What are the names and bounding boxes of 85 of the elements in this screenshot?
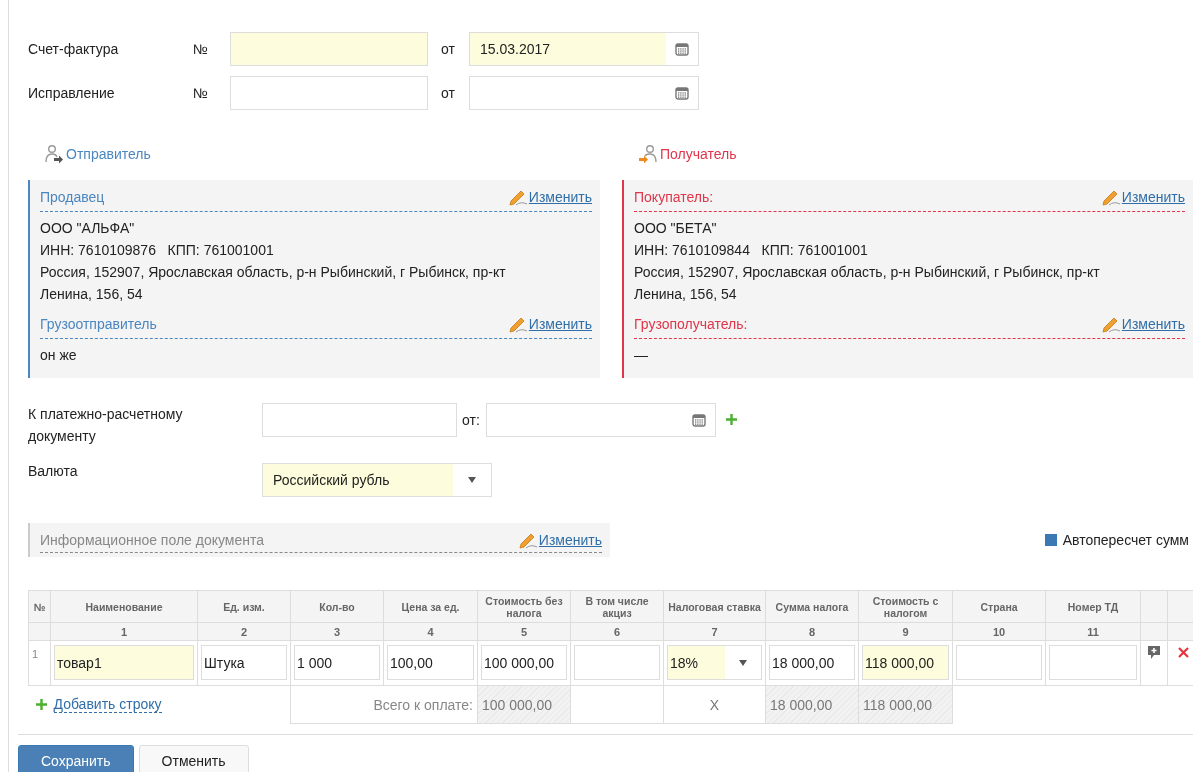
block-title: Грузоотправитель [40, 316, 157, 332]
checkbox-label: Автопересчет сумм [1062, 532, 1189, 548]
field-label: Счет-фактура [28, 41, 120, 57]
currency-select[interactable]: Российский рубль [262, 463, 492, 497]
date-label: от [441, 41, 456, 57]
number-field[interactable] [230, 32, 428, 66]
pencil-icon [1099, 315, 1122, 333]
party-detail: Россия, 152907, Ярославская область, р-н Рыбинский, г Рыбинск, пр-кт Ленина, 156, 54 [40, 263, 507, 304]
column-header: Налоговая ставка [663, 590, 766, 623]
edit-link[interactable]: Изменить [1099, 188, 1185, 206]
party-detail: ООО "АЛЬФА" [40, 219, 136, 238]
cell-input[interactable] [956, 645, 1042, 680]
column-header: Кол-во [290, 590, 384, 623]
calendar-icon[interactable] [675, 42, 689, 56]
block-title: Покупатель: [634, 189, 714, 205]
column-header: Стоимость с налогом [858, 590, 953, 623]
field-label: Валюта [28, 463, 79, 479]
form-button[interactable]: Отменить [138, 745, 249, 772]
column-header: Страна [952, 590, 1046, 623]
column-header: Ед. изм. [197, 590, 291, 623]
total-value: 118 000,00 [859, 686, 952, 723]
plus-icon[interactable] [34, 697, 48, 711]
column-header: Номер ТД [1045, 590, 1141, 623]
checkbox[interactable] [1044, 534, 1057, 546]
date-field[interactable] [486, 403, 716, 437]
pencil-icon [506, 315, 529, 333]
date-label: от: [461, 411, 481, 430]
party-heading: Получатель [638, 144, 737, 164]
person-arrow-icon [44, 144, 64, 164]
edit-link[interactable]: Изменить [516, 530, 602, 549]
calendar-icon[interactable] [675, 86, 689, 100]
number-sign: № [193, 41, 210, 57]
column-header: В том числе акциз [570, 590, 664, 623]
cell-input[interactable] [1049, 645, 1137, 680]
number-field[interactable] [230, 76, 428, 110]
total-mark: X [708, 696, 721, 713]
cell-input[interactable] [574, 645, 660, 680]
comment-icon[interactable] [1147, 645, 1161, 661]
column-header: Цена за ед. [383, 590, 478, 623]
column-header: Стоимость без налога [477, 590, 571, 623]
party-detail: ИНН: 7610109844 КПП: 761001001 [634, 241, 869, 260]
column-header: Сумма налога [765, 590, 859, 623]
info-title: Информационное поле документа [40, 531, 264, 548]
block-title: Грузополучатель: [634, 316, 748, 332]
field-label: Исправление [28, 85, 116, 101]
party-detail: он же [40, 346, 78, 365]
add-row-link[interactable]: Добавить строку [34, 695, 162, 713]
pencil-icon [506, 188, 529, 206]
party-detail: ООО "БЕТА" [634, 219, 718, 238]
number-sign: № [193, 85, 210, 101]
tax-rate-select[interactable]: 18% [667, 645, 762, 680]
row-number: 1 [32, 648, 39, 660]
cell-input[interactable]: 100 000,00 [481, 645, 567, 680]
cell-input[interactable]: Штука [201, 645, 287, 680]
form-button[interactable]: Сохранить [18, 745, 134, 772]
pencil-icon [1099, 188, 1122, 206]
party-detail: — [634, 346, 649, 365]
calendar-icon[interactable] [692, 413, 706, 427]
column-header: № [28, 590, 51, 623]
edit-link[interactable]: Изменить [1099, 315, 1185, 333]
edit-link[interactable]: Изменить [506, 188, 592, 206]
cell-input[interactable]: 100,00 [387, 645, 474, 680]
add-icon[interactable] [725, 413, 738, 426]
party-detail: Россия, 152907, Ярославская область, р-н Рыбинский, г Рыбинск, пр-кт Ленина, 156, 54 [634, 263, 1101, 304]
cell-input[interactable]: 1 000 [294, 645, 380, 680]
total-value: 100 000,00 [478, 686, 570, 723]
delete-icon[interactable] [1177, 647, 1189, 658]
column-header: Наименование [50, 590, 198, 623]
person-arrow-icon [638, 144, 658, 164]
date-field[interactable]: 15.03.2017 [469, 32, 699, 66]
caret-icon[interactable] [739, 659, 747, 666]
cell-input[interactable]: 118 000,00 [862, 645, 949, 680]
cell-input[interactable]: товар1 [54, 645, 194, 680]
block-title: Продавец [40, 189, 105, 205]
date-field[interactable] [469, 76, 699, 110]
edit-link[interactable]: Изменить [506, 315, 592, 333]
caret-icon[interactable] [468, 477, 476, 483]
party-detail: ИНН: 7610109876 КПП: 761001001 [40, 241, 275, 260]
total-value: 18 000,00 [766, 686, 858, 723]
field-label: К платежно-расчетному документу [28, 405, 184, 446]
date-label: от [441, 85, 456, 101]
document-field[interactable] [262, 403, 457, 437]
total-label: Всего к оплате: [372, 696, 474, 713]
party-heading: Отправитель [44, 144, 151, 164]
cell-input[interactable]: 18 000,00 [769, 645, 855, 680]
